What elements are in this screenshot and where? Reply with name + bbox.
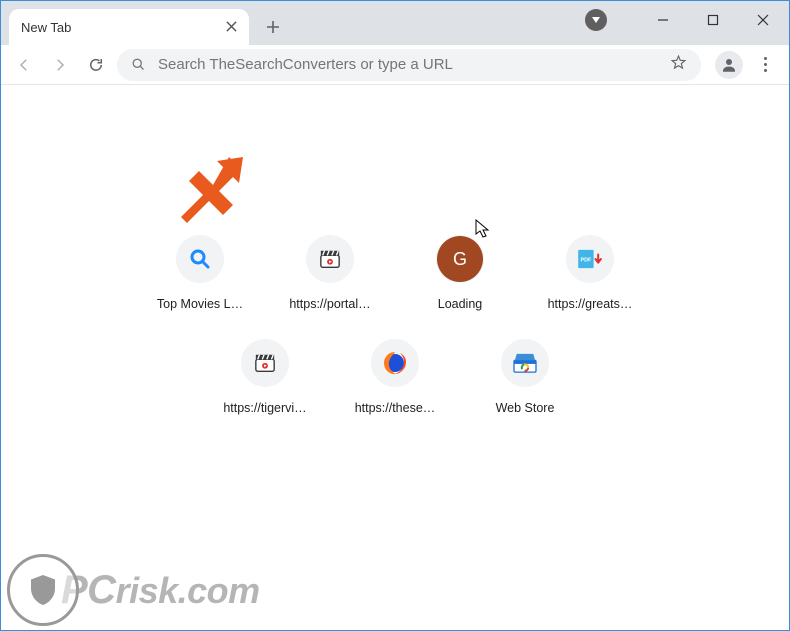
forward-button[interactable] [45, 50, 75, 80]
shortcut-icon [176, 235, 224, 283]
titlebar: New Tab [1, 1, 789, 45]
shortcut-icon [306, 235, 354, 283]
shortcut-label: https://these… [340, 401, 450, 415]
reload-button[interactable] [81, 50, 111, 80]
content-area: Top Movies L… https://portal… G Loading PDF h… [1, 85, 789, 630]
shortcut-tile[interactable]: PDF https://greats… [535, 235, 645, 311]
shortcut-label: Top Movies L… [145, 297, 255, 311]
omnibox[interactable] [117, 49, 701, 81]
kebab-menu-icon[interactable] [755, 57, 775, 72]
watermark-shield-icon [7, 554, 79, 626]
new-tab-button[interactable] [259, 13, 287, 41]
shortcut-icon [371, 339, 419, 387]
close-window-button[interactable] [741, 5, 785, 35]
extension-badge-icon[interactable] [585, 9, 607, 31]
window-controls [585, 5, 785, 35]
shortcut-label: Loading [405, 297, 515, 311]
shortcut-tile[interactable]: https://these… [340, 339, 450, 415]
annotation-arrow-icon [181, 157, 261, 237]
tab-title: New Tab [21, 20, 71, 35]
shortcut-label: https://tigervi… [210, 401, 320, 415]
shortcut-label: Web Store [470, 401, 580, 415]
shortcut-icon [241, 339, 289, 387]
shortcut-tile[interactable]: Web Store [470, 339, 580, 415]
shortcut-tile[interactable]: https://portal… [275, 235, 385, 311]
watermark-text: PCrisk.com [61, 568, 260, 613]
shortcut-tile[interactable]: Top Movies L… [145, 235, 255, 311]
shortcut-label: https://portal… [275, 297, 385, 311]
shortcut-label: https://greats… [535, 297, 645, 311]
search-icon [131, 57, 146, 72]
shortcut-tile[interactable]: G Loading [405, 235, 515, 311]
back-button[interactable] [9, 50, 39, 80]
maximize-button[interactable] [691, 5, 735, 35]
shortcut-icon [501, 339, 549, 387]
watermark: PCrisk.com [7, 554, 260, 626]
close-tab-icon[interactable] [226, 20, 237, 35]
shortcut-icon: G [436, 235, 484, 283]
profile-avatar-icon[interactable] [715, 51, 743, 79]
shortcut-grid: Top Movies L… https://portal… G Loading PDF h… [135, 235, 655, 415]
browser-tab[interactable]: New Tab [9, 9, 249, 45]
omnibox-input[interactable] [158, 56, 670, 73]
svg-text:PDF: PDF [580, 258, 592, 264]
shortcut-icon: PDF [566, 235, 614, 283]
bookmark-star-icon[interactable] [670, 54, 687, 76]
toolbar [1, 45, 789, 85]
shortcut-tile[interactable]: https://tigervi… [210, 339, 320, 415]
minimize-button[interactable] [641, 5, 685, 35]
